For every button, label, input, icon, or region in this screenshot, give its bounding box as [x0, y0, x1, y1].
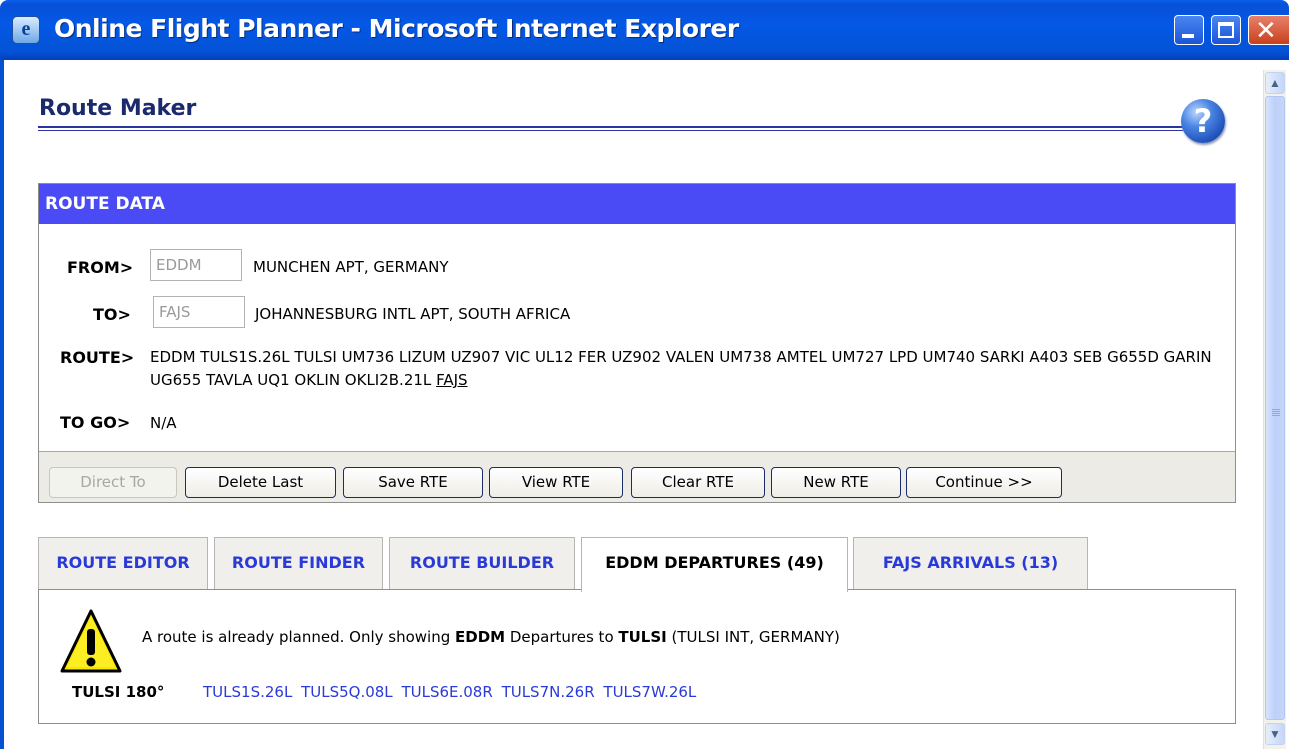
view-rte-button[interactable]: View RTE: [489, 467, 623, 498]
vertical-scrollbar[interactable]: ▲ ▼: [1263, 70, 1286, 749]
scroll-up-button[interactable]: ▲: [1265, 72, 1285, 94]
msg-suffix: (TULSI INT, GERMANY): [666, 628, 840, 646]
route-waypoints: EDDM TULS1S.26L TULSI UM736 LIZUM UZ907 …: [150, 348, 1212, 389]
maximize-button[interactable]: [1211, 15, 1241, 45]
departures-message: A route is already planned. Only showing…: [142, 628, 840, 646]
title-divider-thin: [38, 130, 1183, 131]
ie-page-icon: e: [12, 16, 40, 44]
departure-procedures: TULS1S.26L TULS5Q.08L TULS6E.08R TULS7N.…: [203, 683, 700, 701]
departure-procedure-link[interactable]: TULS7N.26R: [502, 683, 595, 701]
scroll-down-button[interactable]: ▼: [1265, 723, 1285, 745]
departure-procedure-link[interactable]: TULS5Q.08L: [301, 683, 393, 701]
delete-last-button[interactable]: Delete Last: [185, 467, 336, 498]
to-airport-name: JOHANNESBURG INTL APT, SOUTH AFRICA: [255, 305, 571, 323]
help-button[interactable]: ?: [1181, 99, 1225, 143]
close-button[interactable]: ✕: [1248, 15, 1289, 46]
window-titlebar[interactable]: e Online Flight Planner - Microsoft Inte…: [0, 0, 1289, 60]
continue-button[interactable]: Continue >>: [906, 467, 1062, 498]
msg-mid: Departures to: [505, 628, 619, 646]
from-airport-name: MUNCHEN APT, GERMANY: [253, 258, 449, 276]
route-data-header: ROUTE DATA: [39, 184, 1235, 224]
minimize-button[interactable]: [1174, 15, 1204, 45]
chevron-up-icon: ▲: [1269, 76, 1281, 90]
window-title: Online Flight Planner - Microsoft Intern…: [54, 14, 739, 43]
waypoint-label: TULSI 180°: [72, 683, 165, 701]
window-frame-left: [0, 60, 4, 749]
to-airport-input[interactable]: [153, 296, 245, 328]
new-rte-button[interactable]: New RTE: [771, 467, 901, 498]
grip-icon: [1272, 409, 1280, 417]
route-label: ROUTE>: [60, 348, 135, 367]
page-title: Route Maker: [39, 96, 197, 121]
maximize-icon: [1218, 22, 1234, 38]
help-icon: ?: [1193, 102, 1213, 140]
togo-label: TO GO>: [60, 413, 131, 432]
msg-airport: EDDM: [455, 628, 506, 646]
title-divider: [38, 126, 1183, 128]
route-data-panel: ROUTE DATA FROM> MUNCHEN APT, GERMANY TO…: [38, 183, 1236, 503]
warning-icon: [60, 609, 122, 673]
msg-waypoint: TULSI: [618, 628, 667, 646]
from-label: FROM>: [67, 258, 134, 277]
clear-rte-button[interactable]: Clear RTE: [631, 467, 765, 498]
departure-procedure-link[interactable]: TULS1S.26L: [203, 683, 292, 701]
departure-procedure-link[interactable]: TULS7W.26L: [603, 683, 696, 701]
route-string: EDDM TULS1S.26L TULSI UM736 LIZUM UZ907 …: [150, 346, 1230, 392]
tab-route-builder[interactable]: ROUTE BUILDER: [389, 537, 575, 590]
togo-value: N/A: [150, 414, 177, 432]
save-rte-button[interactable]: Save RTE: [343, 467, 483, 498]
scrollbar-thumb[interactable]: [1265, 96, 1285, 720]
tab-route-editor[interactable]: ROUTE EDITOR: [38, 537, 208, 590]
departures-panel: A route is already planned. Only showing…: [38, 589, 1236, 724]
from-airport-input[interactable]: [150, 249, 242, 281]
direct-to-button[interactable]: Direct To: [49, 467, 177, 498]
msg-prefix: A route is already planned. Only showing: [142, 628, 456, 646]
route-destination-link[interactable]: FAJS: [436, 371, 467, 389]
minimize-icon: [1182, 34, 1194, 38]
route-action-bar: Direct To Delete Last Save RTE View RTE …: [39, 451, 1235, 502]
tab-route-finder[interactable]: ROUTE FINDER: [214, 537, 383, 590]
chevron-down-icon: ▼: [1269, 727, 1281, 741]
tab-eddm-departures[interactable]: EDDM DEPARTURES (49): [581, 537, 848, 592]
to-label: TO>: [93, 305, 131, 324]
close-icon: ✕: [1255, 16, 1277, 46]
tab-fajs-arrivals[interactable]: FAJS ARRIVALS (13): [853, 537, 1088, 590]
departure-procedure-link[interactable]: TULS6E.08R: [401, 683, 492, 701]
